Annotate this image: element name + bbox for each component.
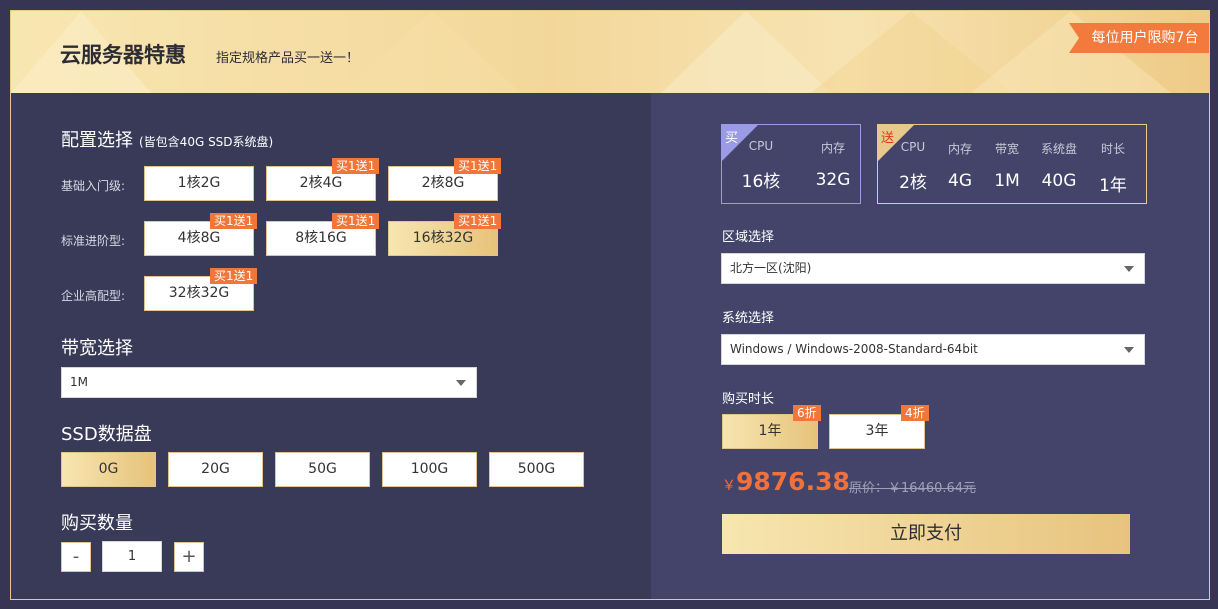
promo-badge: 买1送1 [210,268,258,284]
quantity-title: 购买数量 [61,513,133,534]
region-title: 区域选择 [722,230,775,245]
page-subtitle: 指定规格产品买一送一！ [216,51,360,66]
promo-panel: 云服务器特惠 指定规格产品买一送一！ 每位用户限购7台 配置选择 (皆包含40G … [10,10,1210,600]
buy-cpu: CPU 16核 [741,139,781,192]
gift-spec-card: 送 CPU 2核 内存 4G 带宽 1M 系统盘 40G 时长 1年 [877,124,1147,204]
ssd-option-50g[interactable]: 50G [275,452,370,487]
chevron-down-icon [1124,266,1134,272]
promo-badge: 买1送1 [454,213,502,229]
quantity-input[interactable]: 1 [102,541,162,572]
ssd-title: SSD数据盘 [61,424,152,445]
quantity-plus-button[interactable]: + [174,542,204,572]
ssd-option-500g[interactable]: 500G [489,452,584,487]
row-label-enterprise: 企业高配型: [61,289,126,303]
price-display: ￥9876.38 [722,467,850,496]
bandwidth-select[interactable]: 1M [61,367,477,398]
gift-system-disk: 系统盘 40G [1040,142,1077,191]
duration-title: 购买时长 [722,392,775,407]
chevron-down-icon [456,380,466,386]
buy-spec-card: 买 CPU 16核 内存 32G [721,124,861,204]
region-select[interactable]: 北方一区(沈阳) [721,253,1145,284]
gift-duration: 时长 1年 [1099,142,1127,196]
gift-cpu: CPU 2核 [899,140,927,193]
original-price: 原价：￥16460.64元 [849,481,977,496]
promo-badge: 买1送1 [332,213,380,229]
header-decoration [11,11,1171,93]
pay-now-button[interactable]: 立即支付 [722,514,1130,554]
page-title: 云服务器特惠 [60,43,186,67]
config-section: 配置选择 (皆包含40G SSD系统盘) 基础入门级: 1核2G 2核4G 买1送… [11,93,651,599]
gift-bandwidth: 带宽 1M [994,142,1020,191]
config-note: (皆包含40G SSD系统盘) [139,135,274,149]
quantity-minus-button[interactable]: - [61,542,91,572]
promo-badge: 买1送1 [332,158,380,174]
spec-option-1c2g[interactable]: 1核2G [144,166,254,201]
order-summary: 买 CPU 16核 内存 32G 送 CPU 2核 内存 4G 带宽 1M 系统盘 40G … [651,93,1209,599]
price-value: 9876.38 [736,467,850,496]
promo-badge: 买1送1 [210,213,258,229]
bandwidth-title: 带宽选择 [61,338,133,359]
purchase-limit-ribbon: 每位用户限购7台 [1069,23,1209,53]
system-title: 系统选择 [722,311,775,326]
chevron-down-icon [1124,347,1134,353]
currency-symbol: ￥ [722,478,736,494]
row-label-basic: 基础入门级: [61,179,126,193]
ssd-option-0g[interactable]: 0G [61,452,156,487]
ssd-option-100g[interactable]: 100G [382,452,477,487]
system-select[interactable]: Windows / Windows-2008-Standard-64bit [721,334,1145,365]
ssd-option-20g[interactable]: 20G [168,452,263,487]
config-title: 配置选择 (皆包含40G SSD系统盘) [61,130,274,151]
row-label-standard: 标准进阶型: [61,234,126,248]
promo-badge: 买1送1 [454,158,502,174]
discount-badge: 4折 [901,405,929,421]
discount-badge: 6折 [793,405,821,421]
promo-header: 云服务器特惠 指定规格产品买一送一！ 每位用户限购7台 [11,11,1209,93]
buy-memory: 内存 32G [815,141,851,190]
gift-memory: 内存 4G [947,142,972,191]
